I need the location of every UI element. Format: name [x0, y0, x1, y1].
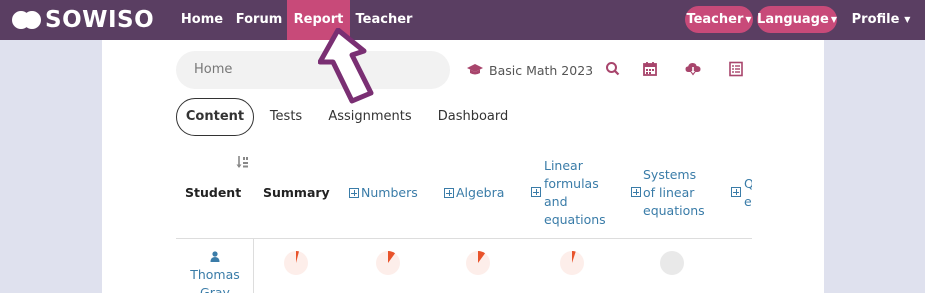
- table-divider: [176, 238, 752, 239]
- progress-pie[interactable]: [376, 251, 400, 275]
- numbers-label: Numbers: [361, 185, 418, 200]
- caret-down-icon: ▼: [901, 15, 911, 24]
- calendar-icon[interactable]: [641, 60, 659, 78]
- column-header-cut-off[interactable]: Q e: [744, 175, 752, 211]
- language-dropdown-label: Language: [757, 12, 829, 27]
- column-header-numbers[interactable]: Numbers: [349, 184, 418, 202]
- expand-plus-icon[interactable]: [531, 187, 541, 197]
- student-link[interactable]: Thomas Gray: [184, 248, 246, 293]
- student-first-name: Thomas: [190, 267, 240, 282]
- teacher-dropdown-label: Teacher: [686, 12, 744, 27]
- nav-forum[interactable]: Forum: [232, 0, 286, 40]
- cloud-download-icon[interactable]: [684, 60, 702, 78]
- column-divider: [253, 239, 254, 293]
- algebra-label: Algebra: [456, 185, 505, 200]
- course-name: Basic Math 2023: [489, 62, 594, 78]
- progress-pie[interactable]: [560, 251, 584, 275]
- systems-line-3: equations: [643, 203, 705, 218]
- expand-plus-icon: [349, 188, 359, 198]
- expand-plus-icon[interactable]: [631, 187, 641, 197]
- progress-pie[interactable]: [466, 251, 490, 275]
- nav-home[interactable]: Home: [175, 0, 229, 40]
- tab-dashboard[interactable]: Dashboard: [430, 98, 516, 136]
- tab-tests[interactable]: Tests: [262, 98, 310, 136]
- linear-formulas-line-1: Linear: [544, 158, 583, 173]
- graduation-cap-icon: [467, 64, 483, 75]
- search-input[interactable]: Home: [176, 51, 450, 89]
- caret-down-icon: ▼: [745, 15, 752, 24]
- profile-dropdown[interactable]: Profile ▼: [846, 0, 916, 40]
- linear-formulas-line-2: formulas: [544, 176, 599, 191]
- sort-icon[interactable]: [236, 155, 250, 169]
- column-header-summary: Summary: [263, 185, 330, 200]
- caret-down-icon: ▼: [830, 15, 837, 24]
- sowiso-logo[interactable]: SOWISO: [12, 6, 154, 34]
- user-icon: [210, 251, 220, 262]
- teacher-dropdown[interactable]: Teacher ▼: [685, 6, 753, 33]
- column-header-linear-formulas[interactable]: Linear formulas and equations: [544, 157, 606, 229]
- systems-line-2: of linear: [643, 185, 695, 200]
- systems-line-1: Systems: [643, 167, 697, 182]
- language-dropdown[interactable]: Language ▼: [757, 6, 837, 33]
- tab-content[interactable]: Content: [176, 98, 254, 136]
- top-navbar: SOWISO Home Forum Report Teacher Teacher…: [0, 0, 925, 40]
- expand-plus-icon: [444, 188, 454, 198]
- logo-text: SOWISO: [45, 7, 155, 33]
- progress-pie-background: [660, 251, 684, 275]
- progress-pie[interactable]: [284, 251, 308, 275]
- search-icon[interactable]: [604, 60, 622, 78]
- cut-col-line-2: e: [744, 194, 752, 209]
- column-header-algebra[interactable]: Algebra: [444, 184, 504, 202]
- linear-formulas-line-3: and: [544, 194, 568, 209]
- column-header-student[interactable]: Student: [185, 185, 241, 200]
- progress-pie[interactable]: [660, 251, 684, 275]
- column-header-systems[interactable]: Systems of linear equations: [643, 166, 705, 220]
- cut-col-line-1: Q: [744, 176, 752, 191]
- logo-circles-icon: [12, 10, 42, 30]
- profile-label: Profile: [851, 12, 900, 27]
- course-label[interactable]: Basic Math 2023: [467, 60, 593, 80]
- expand-plus-icon[interactable]: [731, 187, 741, 197]
- linear-formulas-line-4: equations: [544, 212, 606, 227]
- student-last-name: Gray: [200, 285, 230, 293]
- list-icon[interactable]: [727, 60, 745, 78]
- annotation-arrow-icon: [318, 28, 374, 104]
